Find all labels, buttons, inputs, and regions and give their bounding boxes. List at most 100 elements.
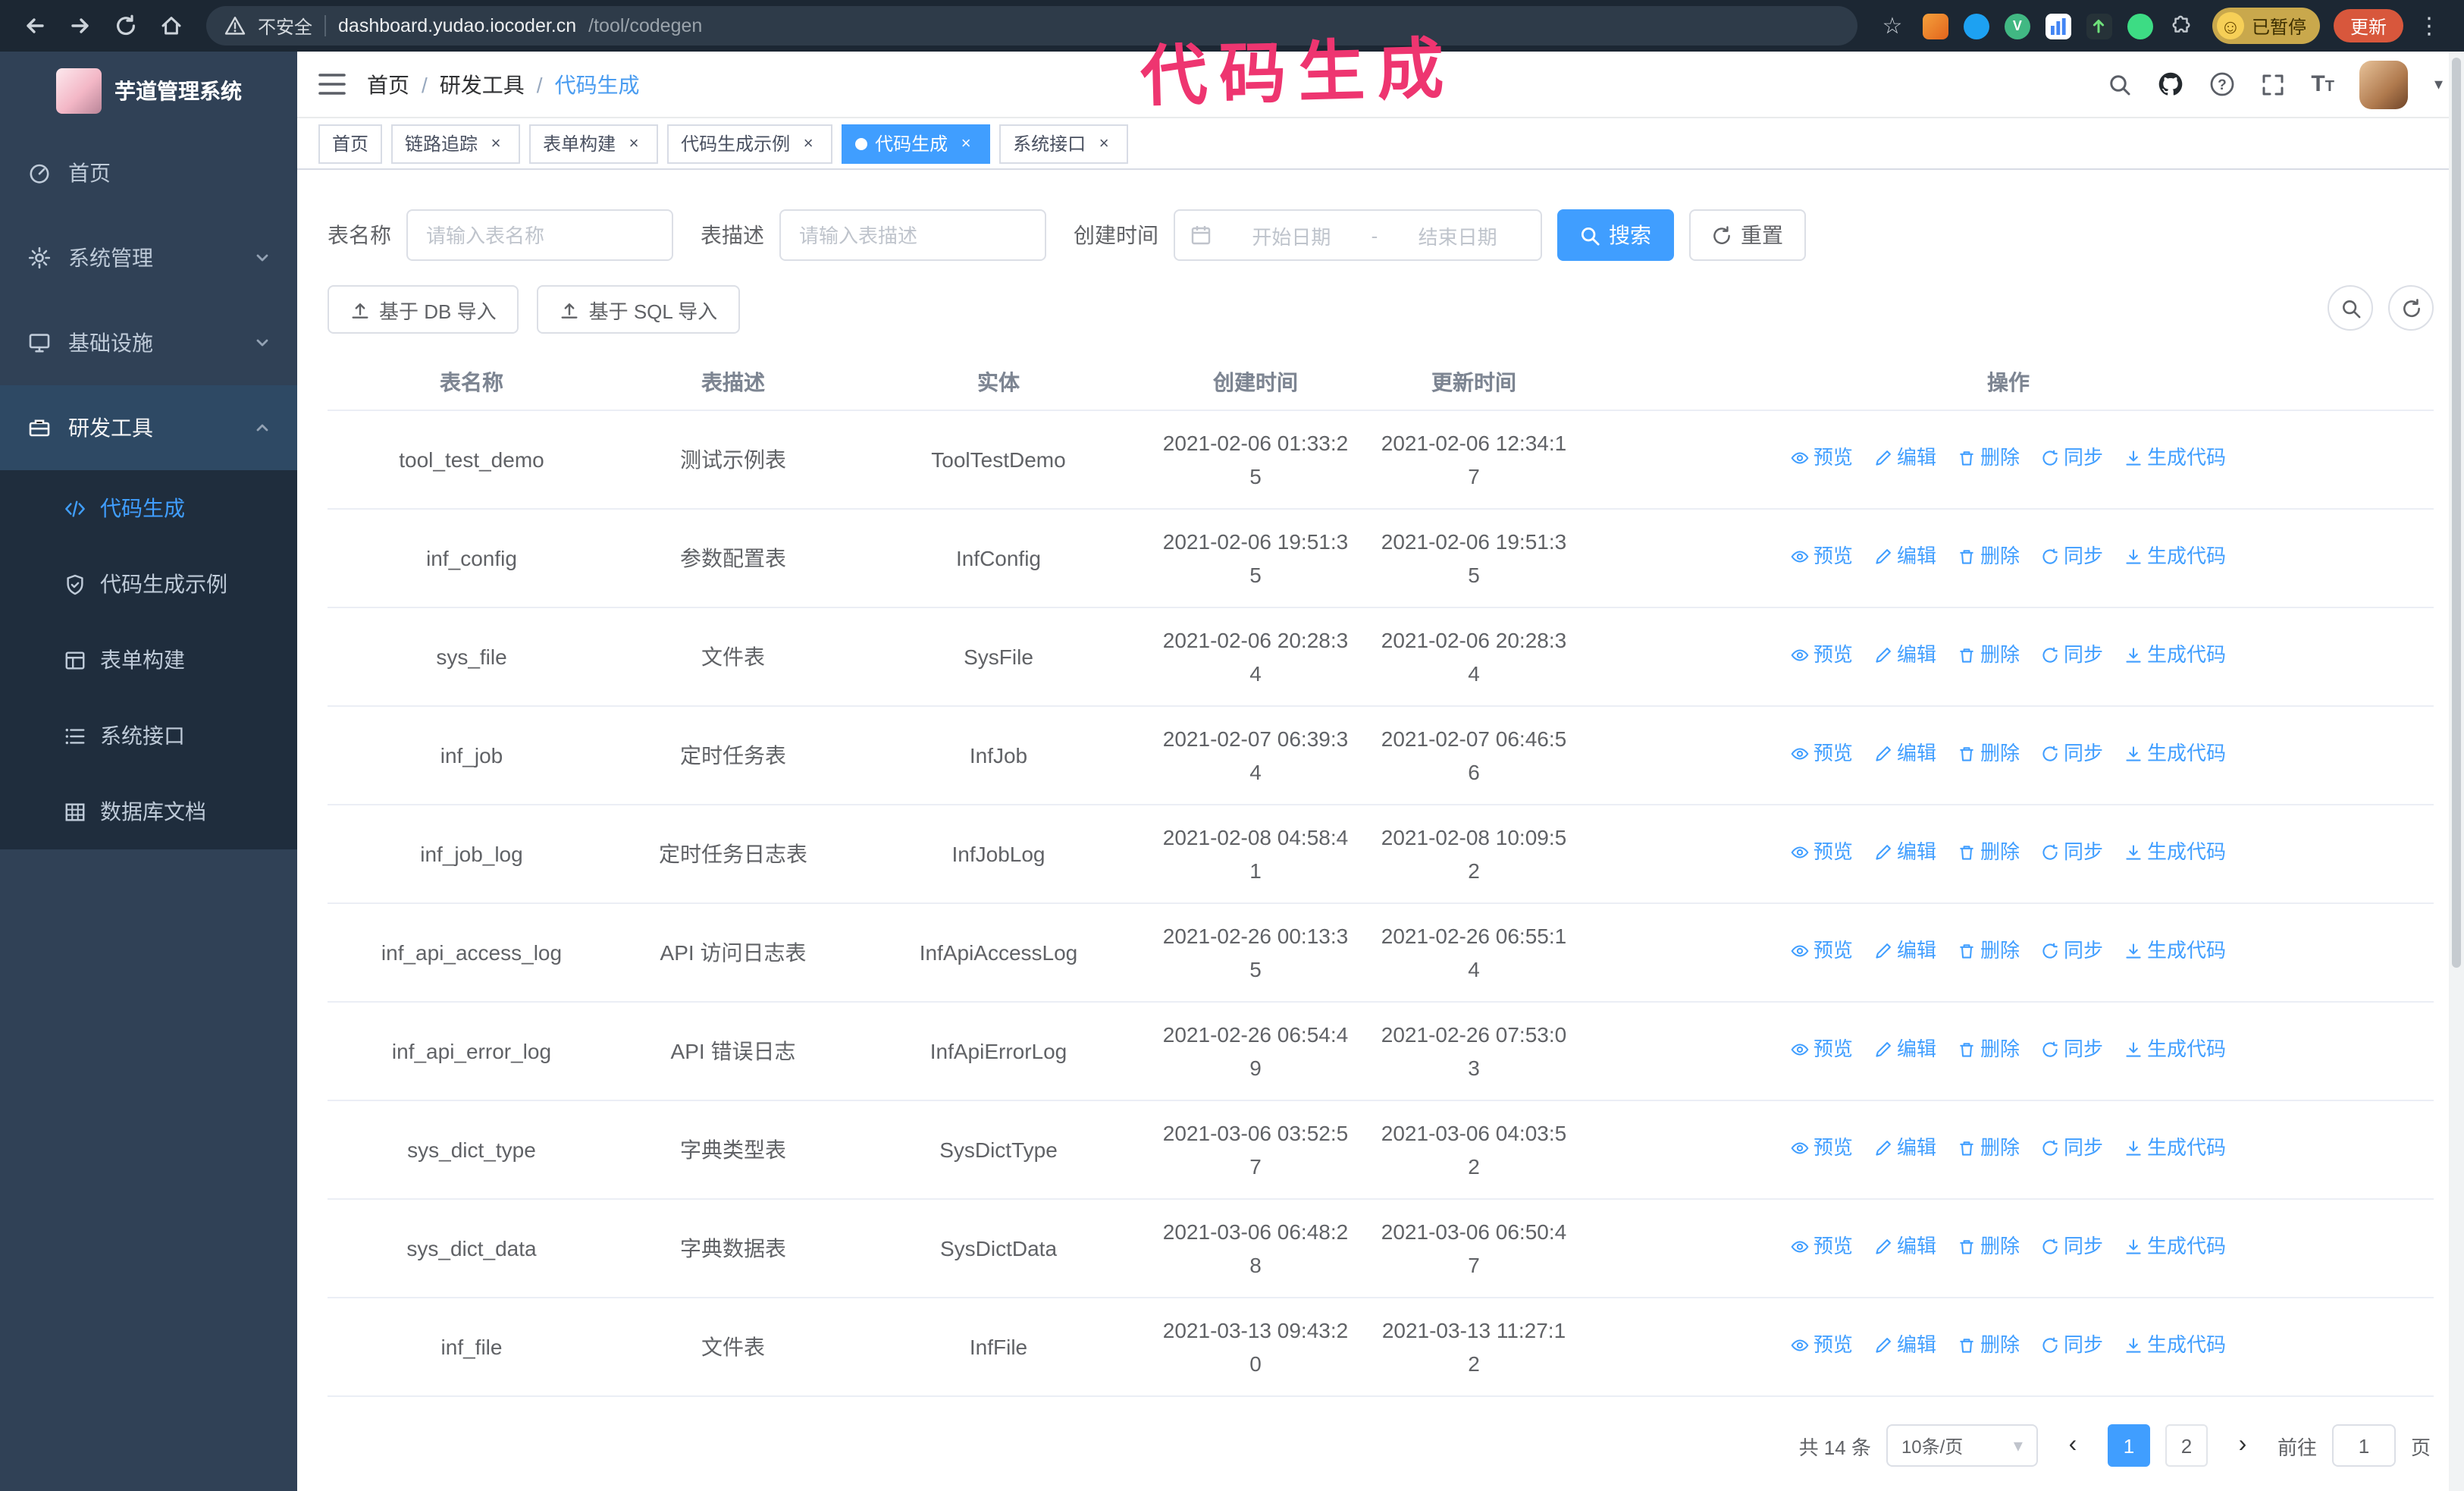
action-sync-link[interactable]: 同步: [2041, 836, 2103, 869]
action-preview-link[interactable]: 预览: [1791, 1132, 1853, 1165]
table-name-input[interactable]: [406, 209, 673, 261]
action-edit-link[interactable]: 编辑: [1874, 1033, 1936, 1066]
action-delete-link[interactable]: 删除: [1958, 639, 2020, 672]
scrollbar-thumb[interactable]: [2452, 58, 2461, 968]
action-sync-link[interactable]: 同步: [2041, 737, 2103, 771]
github-icon[interactable]: [2158, 71, 2183, 97]
sidebar-item-home[interactable]: 首页: [0, 130, 297, 215]
close-icon[interactable]: ×: [798, 133, 819, 154]
import-db-button[interactable]: 基于 DB 导入: [328, 285, 519, 334]
extension-icon-green[interactable]: [2127, 13, 2153, 39]
action-generate-link[interactable]: 生成代码: [2124, 540, 2226, 573]
action-generate-link[interactable]: 生成代码: [2124, 1132, 2226, 1165]
action-edit-link[interactable]: 编辑: [1874, 540, 1936, 573]
action-delete-link[interactable]: 删除: [1958, 1132, 2020, 1165]
page-button-1[interactable]: 1: [2107, 1424, 2150, 1467]
action-generate-link[interactable]: 生成代码: [2124, 1230, 2226, 1263]
action-sync-link[interactable]: 同步: [2041, 1132, 2103, 1165]
action-delete-link[interactable]: 删除: [1958, 441, 2020, 475]
sidebar-item-system[interactable]: 系统管理: [0, 215, 297, 300]
action-delete-link[interactable]: 删除: [1958, 1033, 2020, 1066]
browser-profile-chip[interactable]: ☺ 已暂停: [2212, 8, 2320, 44]
sidebar-item-db-doc[interactable]: 数据库文档: [0, 774, 297, 849]
app-logo[interactable]: 芋道管理系统: [0, 52, 297, 130]
user-avatar[interactable]: [2359, 60, 2409, 108]
tag-tracing[interactable]: 链路追踪 ×: [391, 124, 521, 163]
sidebar-item-devtools[interactable]: 研发工具: [0, 385, 297, 470]
action-generate-link[interactable]: 生成代码: [2124, 934, 2226, 968]
breadcrumb-devtools[interactable]: 研发工具: [440, 69, 525, 99]
date-range-picker[interactable]: 开始日期 - 结束日期: [1174, 209, 1542, 261]
tag-form-builder[interactable]: 表单构建 ×: [529, 124, 659, 163]
action-generate-link[interactable]: 生成代码: [2124, 1329, 2226, 1362]
page-button-2[interactable]: 2: [2165, 1424, 2208, 1467]
table-desc-input[interactable]: [779, 209, 1046, 261]
avatar-caret-icon[interactable]: ▾: [2434, 74, 2443, 94]
import-sql-button[interactable]: 基于 SQL 导入: [537, 285, 741, 334]
action-preview-link[interactable]: 预览: [1791, 934, 1853, 968]
action-preview-link[interactable]: 预览: [1791, 737, 1853, 771]
action-generate-link[interactable]: 生成代码: [2124, 441, 2226, 475]
action-edit-link[interactable]: 编辑: [1874, 639, 1936, 672]
fullscreen-icon[interactable]: [2261, 72, 2285, 96]
search-button[interactable]: 搜索: [1557, 209, 1674, 261]
extension-icon-blue[interactable]: [1963, 13, 1989, 39]
help-icon[interactable]: ?: [2209, 71, 2235, 97]
action-edit-link[interactable]: 编辑: [1874, 836, 1936, 869]
action-preview-link[interactable]: 预览: [1791, 639, 1853, 672]
bookmark-star-icon[interactable]: ☆: [1873, 6, 1912, 46]
action-sync-link[interactable]: 同步: [2041, 639, 2103, 672]
action-sync-link[interactable]: 同步: [2041, 1033, 2103, 1066]
next-page-button[interactable]: ›: [2223, 1424, 2262, 1467]
action-sync-link[interactable]: 同步: [2041, 441, 2103, 475]
close-icon[interactable]: ×: [955, 133, 977, 154]
action-edit-link[interactable]: 编辑: [1874, 737, 1936, 771]
tag-codegen-example[interactable]: 代码生成示例 ×: [667, 124, 833, 163]
action-edit-link[interactable]: 编辑: [1874, 441, 1936, 475]
action-delete-link[interactable]: 删除: [1958, 836, 2020, 869]
goto-page-input[interactable]: [2331, 1424, 2396, 1467]
action-delete-link[interactable]: 删除: [1958, 1329, 2020, 1362]
action-preview-link[interactable]: 预览: [1791, 441, 1853, 475]
action-sync-link[interactable]: 同步: [2041, 1230, 2103, 1263]
extensions-puzzle-icon[interactable]: [2168, 13, 2194, 39]
action-delete-link[interactable]: 删除: [1958, 1230, 2020, 1263]
action-sync-link[interactable]: 同步: [2041, 540, 2103, 573]
action-generate-link[interactable]: 生成代码: [2124, 639, 2226, 672]
browser-menu-kebab-icon[interactable]: ⋮: [2409, 6, 2449, 46]
prev-page-button[interactable]: ‹: [2053, 1424, 2093, 1467]
address-bar[interactable]: 不安全 dashboard.yudao.iocoder.cn/tool/code…: [206, 6, 1857, 46]
extension-icon-vue[interactable]: V: [2004, 13, 2030, 39]
page-scrollbar[interactable]: [2449, 52, 2464, 1491]
close-icon[interactable]: ×: [1093, 133, 1114, 154]
action-preview-link[interactable]: 预览: [1791, 836, 1853, 869]
font-size-icon[interactable]: TT: [2311, 73, 2334, 96]
browser-reload-icon[interactable]: [106, 6, 146, 46]
action-generate-link[interactable]: 生成代码: [2124, 836, 2226, 869]
action-delete-link[interactable]: 删除: [1958, 737, 2020, 771]
hide-search-button[interactable]: [2328, 285, 2373, 331]
close-icon[interactable]: ×: [623, 133, 644, 154]
action-sync-link[interactable]: 同步: [2041, 934, 2103, 968]
sidebar-item-codegen-example[interactable]: 代码生成示例: [0, 546, 297, 622]
browser-update-button[interactable]: 更新: [2333, 9, 2403, 42]
sidebar-item-system-api[interactable]: 系统接口: [0, 698, 297, 774]
action-preview-link[interactable]: 预览: [1791, 1230, 1853, 1263]
refresh-table-button[interactable]: [2388, 285, 2434, 331]
action-delete-link[interactable]: 删除: [1958, 540, 2020, 573]
action-edit-link[interactable]: 编辑: [1874, 1132, 1936, 1165]
action-preview-link[interactable]: 预览: [1791, 540, 1853, 573]
tag-system-api[interactable]: 系统接口 ×: [999, 124, 1129, 163]
action-delete-link[interactable]: 删除: [1958, 934, 2020, 968]
tag-home[interactable]: 首页: [318, 124, 383, 163]
extension-icon-chart[interactable]: [2045, 13, 2071, 39]
reset-button[interactable]: 重置: [1689, 209, 1806, 261]
action-preview-link[interactable]: 预览: [1791, 1329, 1853, 1362]
action-generate-link[interactable]: 生成代码: [2124, 737, 2226, 771]
sidebar-item-form-builder[interactable]: 表单构建: [0, 622, 297, 698]
browser-back-icon[interactable]: [15, 6, 55, 46]
action-edit-link[interactable]: 编辑: [1874, 1329, 1936, 1362]
action-preview-link[interactable]: 预览: [1791, 1033, 1853, 1066]
breadcrumb-home[interactable]: 首页: [367, 69, 409, 99]
sidebar-item-infrastructure[interactable]: 基础设施: [0, 300, 297, 385]
